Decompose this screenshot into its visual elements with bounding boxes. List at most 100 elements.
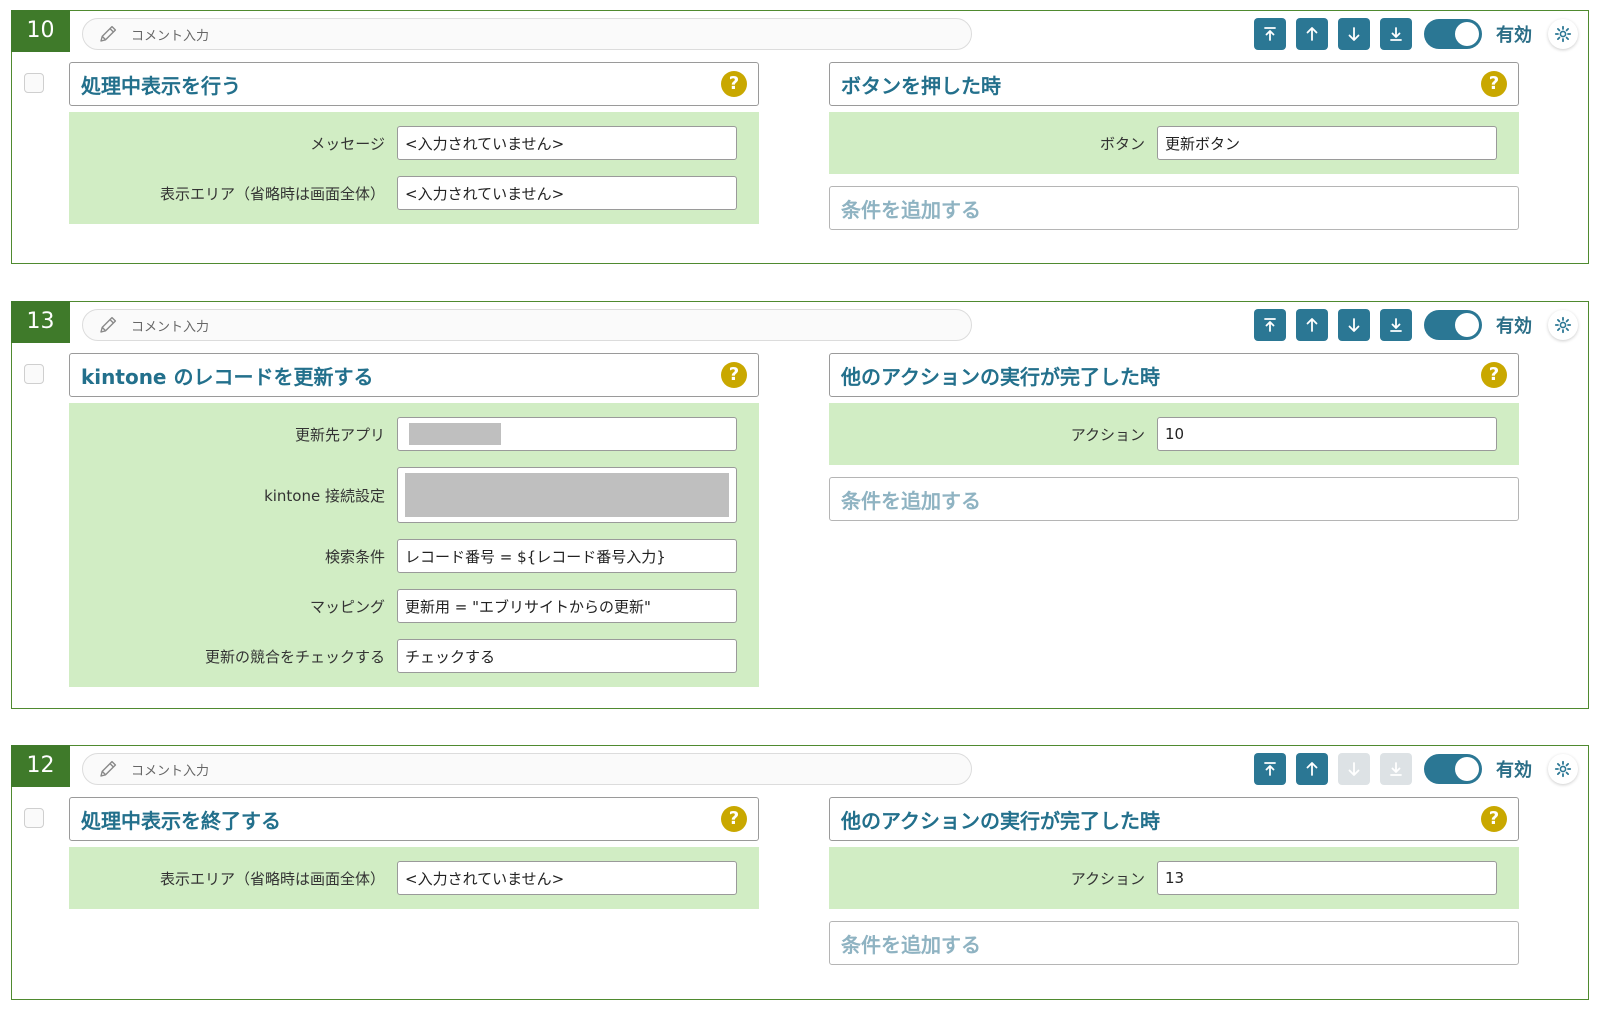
field-label: 検索条件 <box>324 547 385 566</box>
field-value-input[interactable]: <入力されていません> <box>397 126 737 160</box>
field-label: ボタン <box>1099 134 1145 153</box>
arrow-down-icon <box>1348 27 1360 41</box>
field-label: アクション <box>1070 425 1145 444</box>
field-row: ボタン 更新ボタン <box>829 126 1503 160</box>
gear-icon[interactable] <box>1548 754 1578 784</box>
field-value-input[interactable] <box>397 417 737 451</box>
trigger-type-selector[interactable]: ボタンを押した時? <box>829 62 1519 106</box>
field-row: アクション 13 <box>829 861 1503 895</box>
trigger-fields: ボタン 更新ボタン <box>829 112 1519 174</box>
add-condition-button[interactable]: 条件を追加する <box>829 921 1519 965</box>
trigger-title: 他のアクションの実行が完了した時 <box>841 808 1160 833</box>
action-fields: 更新先アプリ kintone 接続設定検索条件 レコード番号 = ${レコード番号入… <box>69 403 759 687</box>
move-down-button[interactable] <box>1338 18 1370 50</box>
field-value-input[interactable]: <入力されていません> <box>397 861 737 895</box>
action-number: 10 <box>11 10 70 52</box>
action-number: 12 <box>11 745 70 787</box>
comment-input[interactable]: コメント入力 <box>82 753 972 785</box>
field-value-input[interactable]: 10 <box>1157 417 1497 451</box>
card-toolbar: 有効 <box>1254 751 1578 787</box>
arrow-down-icon <box>1348 318 1360 332</box>
field-value-input[interactable]: 更新ボタン <box>1157 126 1497 160</box>
move-to-bottom-button[interactable] <box>1380 309 1412 341</box>
enabled-label: 有効 <box>1496 760 1532 781</box>
field-label: メッセージ <box>310 134 385 153</box>
arrow-up-icon <box>1306 762 1318 776</box>
move-down-button <box>1338 753 1370 785</box>
action-title: kintone のレコードを更新する <box>81 364 374 389</box>
add-condition-button[interactable]: 条件を追加する <box>829 186 1519 230</box>
enabled-toggle[interactable] <box>1424 19 1482 49</box>
action-panel: kintone のレコードを更新する? 更新先アプリ kintone 接続設定検索条… <box>69 353 759 687</box>
action-number: 13 <box>11 301 70 343</box>
help-icon[interactable]: ? <box>721 362 747 388</box>
trigger-type-selector[interactable]: 他のアクションの実行が完了した時? <box>829 353 1519 397</box>
toggle-knob <box>1455 757 1479 781</box>
field-row: 検索条件 レコード番号 = ${レコード番号入力} <box>69 539 743 573</box>
field-label: 更新先アプリ <box>294 425 385 444</box>
trigger-panel: 他のアクションの実行が完了した時? アクション 10 条件を追加する <box>829 353 1519 521</box>
move-to-bottom-button[interactable] <box>1380 18 1412 50</box>
arrow-top-icon <box>1264 27 1276 41</box>
gear-icon[interactable] <box>1548 310 1578 340</box>
action-title: 処理中表示を行う <box>81 73 241 98</box>
action-card: 12 コメント入力 有効処理中表示を終了する? 表示エリア（省略時は画面全体） <入力さ… <box>11 745 1589 1000</box>
field-label: 表示エリア（省略時は画面全体） <box>159 184 385 203</box>
comment-input[interactable]: コメント入力 <box>82 18 972 50</box>
comment-input[interactable]: コメント入力 <box>82 309 972 341</box>
move-down-button[interactable] <box>1338 309 1370 341</box>
redacted-block <box>405 473 729 517</box>
pencil-icon <box>97 23 119 45</box>
arrow-down-icon <box>1348 762 1360 776</box>
trigger-type-selector[interactable]: 他のアクションの実行が完了した時? <box>829 797 1519 841</box>
move-to-top-button[interactable] <box>1254 309 1286 341</box>
field-label: 更新の競合をチェックする <box>204 647 385 666</box>
field-label: kintone 接続設定 <box>264 486 385 505</box>
trigger-panel: ボタンを押した時? ボタン 更新ボタン条件を追加する <box>829 62 1519 230</box>
field-row: マッピング 更新用 = "エブリサイトからの更新" <box>69 589 743 623</box>
field-value-input[interactable]: <入力されていません> <box>397 176 737 210</box>
action-card: 10 コメント入力 有効処理中表示を行う? メッセージ <入力されていません> 表示エリア… <box>11 10 1589 264</box>
arrow-top-icon <box>1264 762 1276 776</box>
card-toolbar: 有効 <box>1254 307 1578 343</box>
help-icon[interactable]: ? <box>1481 362 1507 388</box>
gear-icon[interactable] <box>1548 19 1578 49</box>
action-type-selector[interactable]: 処理中表示を終了する? <box>69 797 759 841</box>
field-label: 表示エリア（省略時は画面全体） <box>159 869 385 888</box>
redacted-block <box>409 423 501 445</box>
card-toolbar: 有効 <box>1254 16 1578 52</box>
field-row: アクション 10 <box>829 417 1503 451</box>
field-value-input[interactable] <box>397 467 737 523</box>
field-row: 表示エリア（省略時は画面全体） <入力されていません> <box>69 861 743 895</box>
action-type-selector[interactable]: 処理中表示を行う? <box>69 62 759 106</box>
help-icon[interactable]: ? <box>1481 806 1507 832</box>
pencil-icon <box>97 758 119 780</box>
action-panel: 処理中表示を終了する? 表示エリア（省略時は画面全体） <入力されていません> <box>69 797 759 909</box>
field-value-input[interactable]: 更新用 = "エブリサイトからの更新" <box>397 589 737 623</box>
enabled-toggle[interactable] <box>1424 310 1482 340</box>
help-icon[interactable]: ? <box>1481 71 1507 97</box>
arrow-up-icon <box>1306 318 1318 332</box>
trigger-panel: 他のアクションの実行が完了した時? アクション 13 条件を追加する <box>829 797 1519 965</box>
select-checkbox[interactable] <box>24 808 44 828</box>
field-value-input[interactable]: 13 <box>1157 861 1497 895</box>
move-to-top-button[interactable] <box>1254 753 1286 785</box>
toggle-knob <box>1455 313 1479 337</box>
field-value-input[interactable]: レコード番号 = ${レコード番号入力} <box>397 539 737 573</box>
action-title: 処理中表示を終了する <box>81 808 281 833</box>
select-checkbox[interactable] <box>24 364 44 384</box>
move-up-button[interactable] <box>1296 753 1328 785</box>
move-up-button[interactable] <box>1296 309 1328 341</box>
enabled-toggle[interactable] <box>1424 754 1482 784</box>
move-to-top-button[interactable] <box>1254 18 1286 50</box>
pencil-icon <box>97 314 119 336</box>
help-icon[interactable]: ? <box>721 806 747 832</box>
field-label: アクション <box>1070 869 1145 888</box>
help-icon[interactable]: ? <box>721 71 747 97</box>
action-panel: 処理中表示を行う? メッセージ <入力されていません> 表示エリア（省略時は画面全体）… <box>69 62 759 224</box>
field-value-input[interactable]: チェックする <box>397 639 737 673</box>
action-type-selector[interactable]: kintone のレコードを更新する? <box>69 353 759 397</box>
select-checkbox[interactable] <box>24 73 44 93</box>
add-condition-button[interactable]: 条件を追加する <box>829 477 1519 521</box>
move-up-button[interactable] <box>1296 18 1328 50</box>
